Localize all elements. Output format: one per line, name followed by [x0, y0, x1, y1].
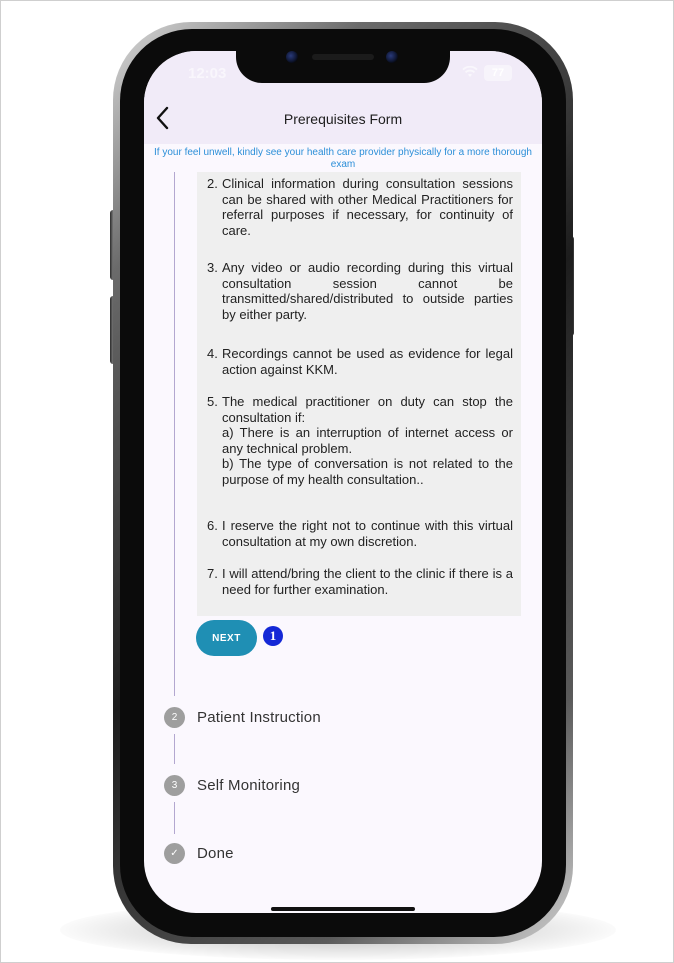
status-time: 12:03 [188, 65, 227, 82]
term-text: Any video or audio recording during this… [222, 260, 513, 322]
step-number-patient-instruction: 2 [164, 707, 185, 728]
term-number: 4. [207, 346, 218, 361]
step-label-patient-instruction[interactable]: Patient Instruction [197, 709, 321, 726]
term-text: I reserve the right not to continue with… [222, 518, 513, 549]
terms-box: 2. Clinical information during consultat… [197, 172, 521, 616]
term-number: 6. [207, 518, 218, 533]
term-item: 6. I reserve the right not to continue w… [207, 518, 513, 549]
step-connector [174, 734, 175, 764]
battery-icon: 77 [484, 65, 512, 81]
term-text: The medical practitioner on duty can sto… [222, 394, 513, 487]
check-icon: ✓ [164, 843, 185, 864]
speaker-grille [312, 54, 374, 60]
camera-icon [286, 51, 298, 63]
term-text: I will attend/bring the client to the cl… [222, 566, 513, 597]
next-button[interactable]: NEXT [196, 620, 257, 656]
step-label-done[interactable]: Done [197, 845, 234, 862]
step-connector [174, 802, 175, 834]
term-text: Clinical information during consultation… [222, 176, 513, 238]
term-item: 5. The medical practitioner on duty can … [207, 394, 513, 488]
term-number: 7. [207, 566, 218, 581]
term-number: 5. [207, 394, 218, 409]
wifi-icon [462, 65, 478, 81]
phone-screen: 12:03 77 Prerequisites Form If your feel… [144, 51, 542, 913]
health-warning: If your feel unwell, kindly see your hea… [154, 147, 532, 170]
page-title: Prerequisites Form [283, 111, 403, 127]
home-indicator[interactable] [271, 907, 415, 911]
step-number-self-monitoring: 3 [164, 775, 185, 796]
term-item: 3. Any video or audio recording during t… [207, 260, 513, 322]
term-number: 3. [207, 260, 218, 275]
phone-notch [236, 39, 450, 83]
status-icons: 77 [462, 65, 512, 81]
term-item: 7. I will attend/bring the client to the… [207, 566, 513, 597]
step-label-self-monitoring[interactable]: Self Monitoring [197, 777, 300, 794]
term-item: 2. Clinical information during consultat… [207, 176, 513, 238]
annotation-badge: 1 [263, 626, 283, 646]
sensor-icon [386, 51, 398, 63]
term-item: 4. Recordings cannot be used as evidence… [207, 346, 513, 377]
term-number: 2. [207, 176, 218, 191]
term-text: Recordings cannot be used as evidence fo… [222, 346, 513, 377]
step-connector [174, 172, 175, 696]
